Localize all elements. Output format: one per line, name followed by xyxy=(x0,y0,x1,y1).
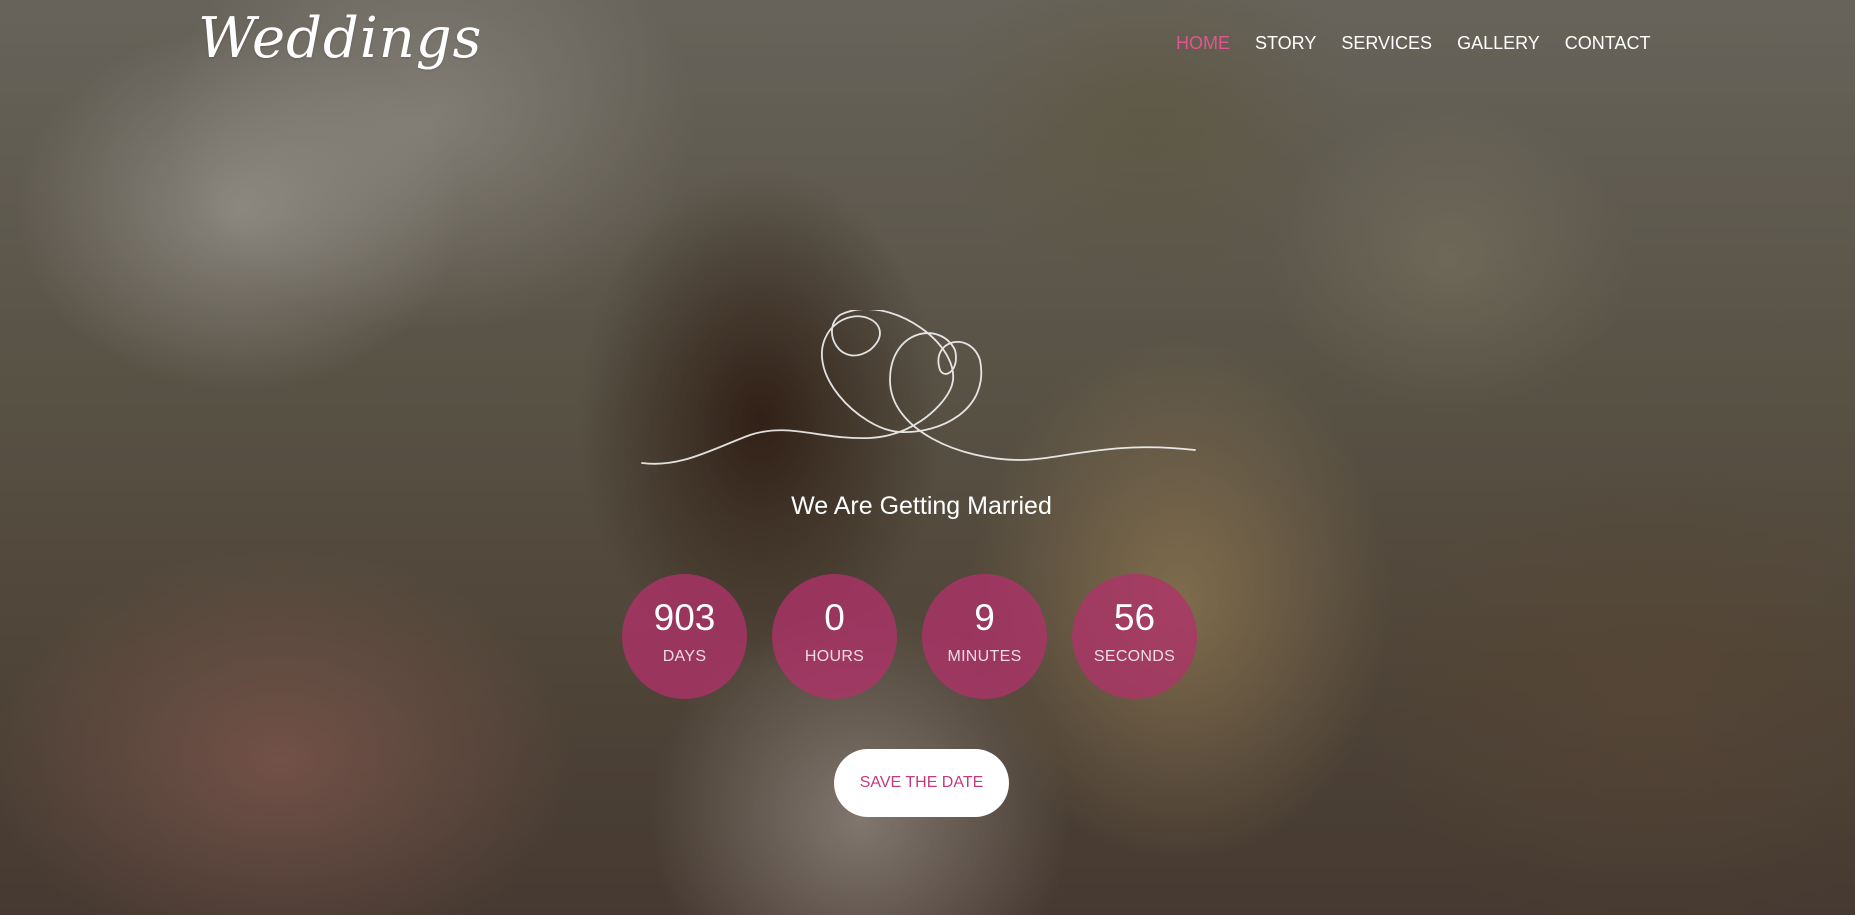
countdown-value: 9 xyxy=(974,597,995,638)
nav-item-contact[interactable]: CONTACT xyxy=(1565,33,1651,54)
hero-section: Weddings HOME STORY SERVICES GALLERY CON… xyxy=(0,0,1855,915)
countdown-unit: MINUTES xyxy=(947,648,1022,665)
countdown-unit: DAYS xyxy=(662,648,707,665)
countdown-value: 0 xyxy=(824,597,845,638)
nav-menu: HOME STORY SERVICES GALLERY CONTACT xyxy=(1176,33,1675,54)
countdown-seconds: 56 SECONDS xyxy=(1072,574,1197,699)
navbar: Weddings HOME STORY SERVICES GALLERY CON… xyxy=(0,0,1855,90)
site-logo[interactable]: Weddings xyxy=(198,6,482,71)
countdown-minutes: 9 MINUTES xyxy=(922,574,1047,699)
nav-item-home[interactable]: HOME xyxy=(1176,33,1230,54)
save-the-date-button[interactable]: SAVE THE DATE xyxy=(834,749,1009,817)
nav-item-story[interactable]: STORY xyxy=(1255,33,1316,54)
countdown-unit: HOURS xyxy=(804,648,865,665)
countdown-hours: 0 HOURS xyxy=(772,574,897,699)
headline: We Are Getting Married xyxy=(791,492,1052,520)
countdown-value: 903 xyxy=(653,597,716,638)
countdown-days: 903 DAYS xyxy=(622,574,747,699)
nav-item-gallery[interactable]: GALLERY xyxy=(1457,33,1540,54)
countdown-unit: SECONDS xyxy=(1093,648,1176,665)
two-hearts-line-icon xyxy=(641,310,1196,465)
countdown-value: 56 xyxy=(1113,597,1156,638)
countdown: 903 DAYS 0 HOURS 9 MINUTES 56 SECONDS xyxy=(622,574,1222,699)
nav-item-services[interactable]: SERVICES xyxy=(1341,33,1432,54)
